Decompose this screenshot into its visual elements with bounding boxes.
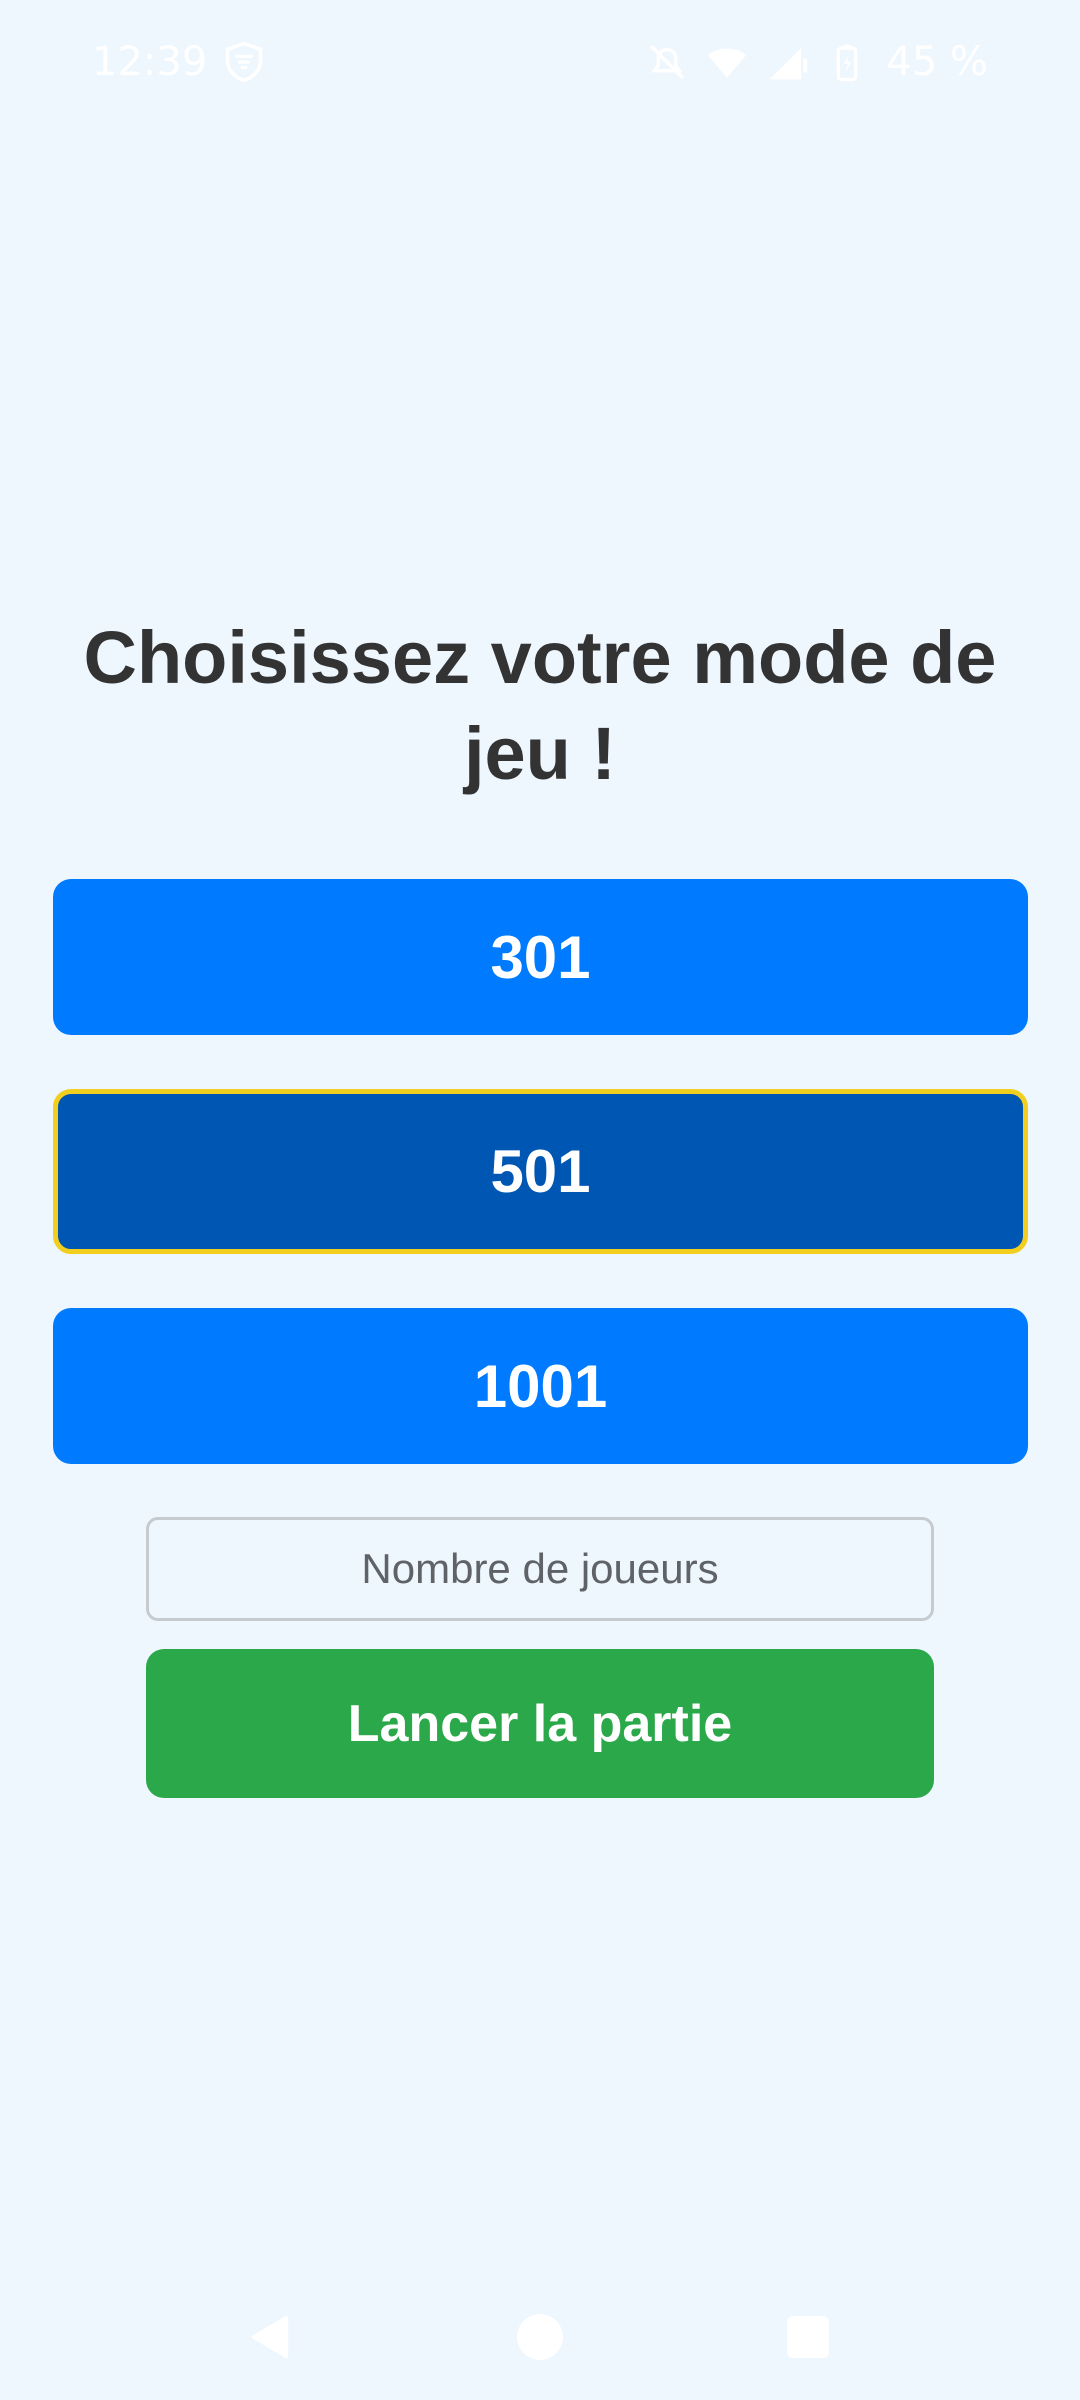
signal-icon xyxy=(769,48,808,80)
mode-501-button[interactable]: 501 xyxy=(53,1089,1028,1254)
home-icon[interactable] xyxy=(517,2314,563,2360)
battery-icon xyxy=(836,44,858,82)
recents-icon[interactable] xyxy=(787,2316,829,2358)
navigation-bar xyxy=(0,2300,1080,2400)
back-icon[interactable] xyxy=(248,2314,294,2360)
mute-icon xyxy=(650,45,685,79)
status-icons: 45 % xyxy=(646,36,988,88)
mode-1001-button[interactable]: 1001 xyxy=(53,1308,1028,1464)
page-title: Choisissez votre mode de jeu ! xyxy=(83,616,997,795)
status-bar: 12:39 45 % xyxy=(0,0,1080,124)
status-time: 12:39 xyxy=(92,39,208,85)
battery-percentage: 45 % xyxy=(886,39,988,85)
mode-301-button[interactable]: 301 xyxy=(53,879,1028,1035)
wifi-icon xyxy=(708,48,747,78)
vpn-icon xyxy=(225,41,263,83)
players-count-input[interactable] xyxy=(146,1517,934,1621)
launch-game-button[interactable]: Lancer la partie xyxy=(146,1649,934,1798)
